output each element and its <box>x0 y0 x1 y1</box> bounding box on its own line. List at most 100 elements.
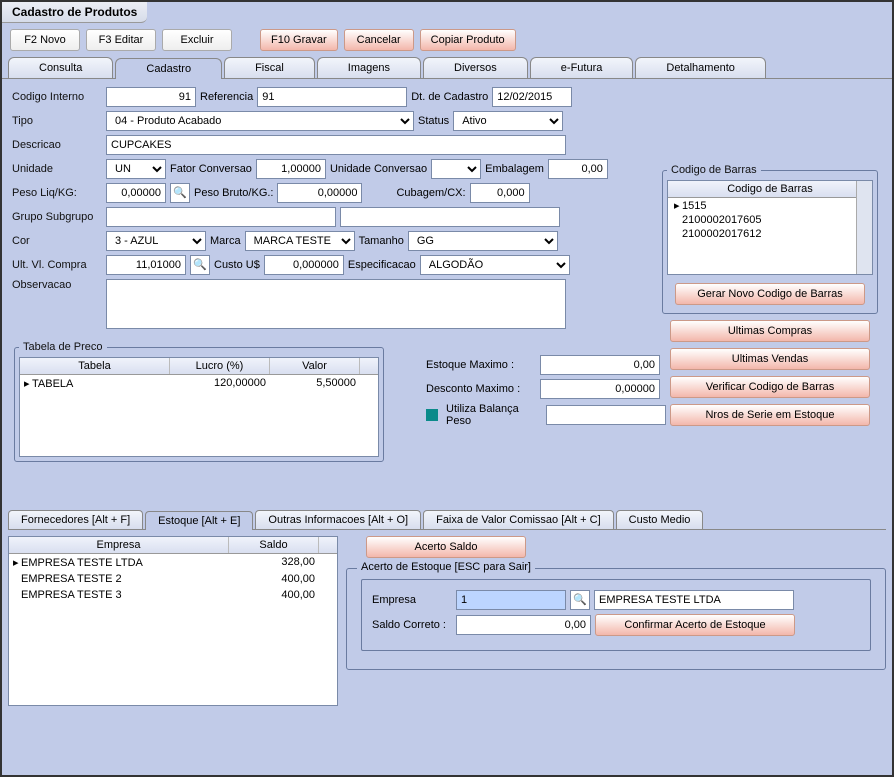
fator-conversao-label: Fator Conversao <box>170 163 252 175</box>
tabela-preco-legend: Tabela de Preco <box>19 341 107 353</box>
observacao-label: Observacao <box>12 279 102 291</box>
dt-cadastro-label: Dt. de Cadastro <box>411 91 488 103</box>
cubagem-field[interactable] <box>470 183 530 203</box>
tamanho-label: Tamanho <box>359 235 404 247</box>
barcode-item[interactable]: 2100002017612 <box>668 227 872 241</box>
col-valor: Valor <box>270 358 360 374</box>
referencia-field[interactable] <box>257 87 407 107</box>
col-tabela: Tabela <box>20 358 170 374</box>
tab-consulta[interactable]: Consulta <box>8 57 113 78</box>
unidade-label: Unidade <box>12 163 102 175</box>
cor-label: Cor <box>12 235 102 247</box>
tab-fiscal[interactable]: Fiscal <box>224 57 315 78</box>
cancelar-button[interactable]: Cancelar <box>344 29 414 51</box>
price-grid[interactable]: Tabela Lucro (%) Valor ▸TABELA 120,00000… <box>19 357 379 457</box>
acerto-empresa-search-icon[interactable]: 🔍 <box>570 590 590 610</box>
ultimas-vendas-button[interactable]: Ultimas Vendas <box>670 348 870 370</box>
excluir-button[interactable]: Excluir <box>162 29 232 51</box>
acerto-estoque-box: Acerto de Estoque [ESC para Sair] Empres… <box>346 568 886 670</box>
f10-gravar-button[interactable]: F10 Gravar <box>260 29 338 51</box>
especificacao-label: Especificacao <box>348 259 416 271</box>
dt-cadastro-field[interactable] <box>492 87 572 107</box>
peso-liq-field[interactable] <box>106 183 166 203</box>
embalagem-field[interactable] <box>548 159 608 179</box>
custo-us-field[interactable] <box>264 255 344 275</box>
subgrupo-field[interactable] <box>340 207 560 227</box>
desconto-max-field[interactable] <box>540 379 660 399</box>
tab-efutura[interactable]: e-Futura <box>530 57 634 78</box>
saldo-correto-label: Saldo Correto : <box>372 619 452 631</box>
tab-diversos[interactable]: Diversos <box>423 57 528 78</box>
status-select[interactable]: Ativo <box>453 111 563 131</box>
tipo-select[interactable]: 04 - Produto Acabado <box>106 111 414 131</box>
bottom-tabs: Fornecedores [Alt + F] Estoque [Alt + E]… <box>8 510 886 529</box>
acerto-empresa-label: Empresa <box>372 594 452 606</box>
nros-serie-button[interactable]: Nros de Serie em Estoque <box>670 404 870 426</box>
tipo-label: Tipo <box>12 115 102 127</box>
marca-select[interactable]: MARCA TESTE <box>245 231 355 251</box>
acerto-empresa-cod-field[interactable] <box>456 590 566 610</box>
tabela-preco-fieldset: Tabela de Preco Tabela Lucro (%) Valor ▸… <box>14 341 384 462</box>
tab-estoque[interactable]: Estoque [Alt + E] <box>145 511 253 530</box>
grupo-subgrupo-label: Grupo Subgrupo <box>12 211 102 223</box>
gerar-codigo-barras-button[interactable]: Gerar Novo Codigo de Barras <box>675 283 865 305</box>
acerto-saldo-button[interactable]: Acerto Saldo <box>366 536 526 558</box>
tab-imagens[interactable]: Imagens <box>317 57 421 78</box>
price-row[interactable]: ▸TABELA 120,00000 5,50000 <box>20 375 378 392</box>
peso-bruto-field[interactable] <box>277 183 362 203</box>
acerto-estoque-title: Acerto de Estoque [ESC para Sair] <box>357 561 535 573</box>
saldo-correto-field[interactable] <box>456 615 591 635</box>
balanca-label: Utiliza Balança Peso <box>446 403 542 427</box>
scrollbar[interactable] <box>856 181 872 274</box>
tab-custo-medio[interactable]: Custo Medio <box>616 510 704 529</box>
grupo-field[interactable] <box>106 207 336 227</box>
empresa-row[interactable]: EMPRESA TESTE 2 400,00 <box>9 571 337 587</box>
unidade-select[interactable]: UN <box>106 159 166 179</box>
acerto-empresa-nome-field[interactable] <box>594 590 794 610</box>
estoque-max-field[interactable] <box>540 355 660 375</box>
ult-vl-compra-search-icon[interactable]: 🔍 <box>190 255 210 275</box>
observacao-field[interactable] <box>106 279 566 329</box>
empresa-row[interactable]: EMPRESA TESTE 3 400,00 <box>9 587 337 603</box>
unidade-conversao-select[interactable] <box>431 159 481 179</box>
peso-liq-label: Peso Liq/KG: <box>12 187 102 199</box>
estoque-max-label: Estoque Maximo : <box>426 359 536 371</box>
marca-label: Marca <box>210 235 241 247</box>
descricao-field[interactable] <box>106 135 566 155</box>
ultimas-compras-button[interactable]: Ultimas Compras <box>670 320 870 342</box>
tab-detalhamento[interactable]: Detalhamento <box>635 57 766 78</box>
main-tabs: Consulta Cadastro Fiscal Imagens Diverso… <box>2 57 892 79</box>
fator-conversao-field[interactable] <box>256 159 326 179</box>
col-lucro: Lucro (%) <box>170 358 270 374</box>
codigo-interno-field[interactable] <box>106 87 196 107</box>
cor-select[interactable]: 3 - AZUL <box>106 231 206 251</box>
referencia-label: Referencia <box>200 91 253 103</box>
f2-novo-button[interactable]: F2 Novo <box>10 29 80 51</box>
col-saldo: Saldo <box>229 537 319 553</box>
ult-vl-compra-field[interactable] <box>106 255 186 275</box>
verificar-codigo-barras-button[interactable]: Verificar Codigo de Barras <box>670 376 870 398</box>
peso-liq-search-icon[interactable]: 🔍 <box>170 183 190 203</box>
barcode-item[interactable]: ▸1515 <box>668 198 872 213</box>
balanca-checkbox[interactable] <box>426 409 438 421</box>
especificacao-select[interactable]: ALGODÃO <box>420 255 570 275</box>
balanca-field[interactable] <box>546 405 666 425</box>
tamanho-select[interactable]: GG <box>408 231 558 251</box>
barcode-list[interactable]: Codigo de Barras ▸1515 2100002017605 210… <box>667 180 873 275</box>
copiar-produto-button[interactable]: Copiar Produto <box>420 29 516 51</box>
codigo-barras-legend: Codigo de Barras <box>667 164 761 176</box>
descricao-label: Descricao <box>12 139 102 151</box>
empresa-row[interactable]: ▸EMPRESA TESTE LTDA 328,00 <box>9 554 337 571</box>
tab-faixa-comissao[interactable]: Faixa de Valor Comissao [Alt + C] <box>423 510 614 529</box>
embalagem-label: Embalagem <box>485 163 544 175</box>
tab-outras-info[interactable]: Outras Informacoes [Alt + O] <box>255 510 421 529</box>
col-empresa: Empresa <box>9 537 229 553</box>
custo-us-label: Custo U$ <box>214 259 260 271</box>
barcode-header: Codigo de Barras <box>668 181 872 198</box>
empresa-grid[interactable]: Empresa Saldo ▸EMPRESA TESTE LTDA 328,00… <box>8 536 338 706</box>
tab-cadastro[interactable]: Cadastro <box>115 58 222 79</box>
tab-fornecedores[interactable]: Fornecedores [Alt + F] <box>8 510 143 529</box>
f3-editar-button[interactable]: F3 Editar <box>86 29 156 51</box>
barcode-item[interactable]: 2100002017605 <box>668 213 872 227</box>
confirmar-acerto-button[interactable]: Confirmar Acerto de Estoque <box>595 614 795 636</box>
